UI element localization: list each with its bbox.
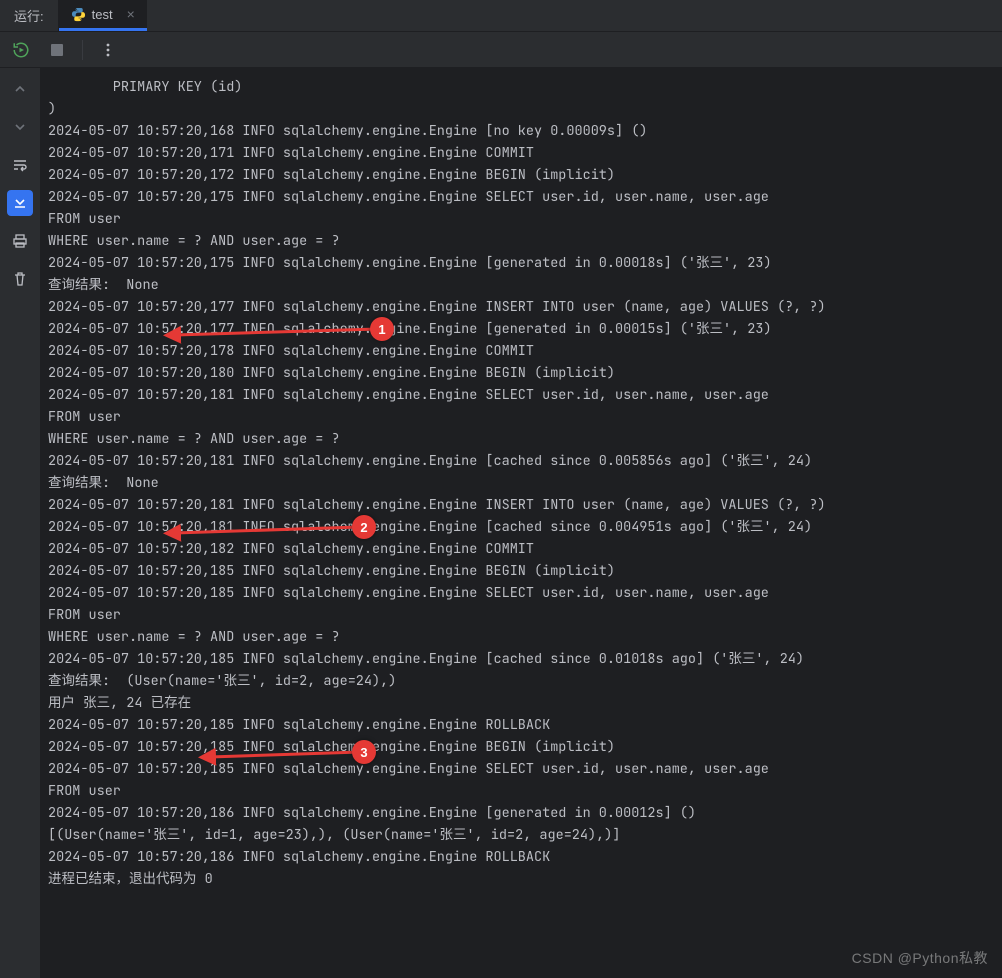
console-line: 2024-05-07 10:57:20,180 INFO sqlalchemy.… (48, 362, 994, 384)
console-line: [(User(name='张三', id=1, age=23),), (User… (48, 824, 994, 846)
run-toolbar (0, 32, 1002, 68)
console-line: 2024-05-07 10:57:20,185 INFO sqlalchemy.… (48, 736, 994, 758)
console-line: 2024-05-07 10:57:20,177 INFO sqlalchemy.… (48, 296, 994, 318)
console-line: FROM user (48, 208, 994, 230)
file-tab-test[interactable]: test × (59, 0, 147, 31)
console-line: ) (48, 98, 994, 120)
console-line: 2024-05-07 10:57:20,185 INFO sqlalchemy.… (48, 714, 994, 736)
console-line: 2024-05-07 10:57:20,181 INFO sqlalchemy.… (48, 384, 994, 406)
console-line: 2024-05-07 10:57:20,185 INFO sqlalchemy.… (48, 582, 994, 604)
console-line: 2024-05-07 10:57:20,171 INFO sqlalchemy.… (48, 142, 994, 164)
console-line: 2024-05-07 10:57:20,175 INFO sqlalchemy.… (48, 252, 994, 274)
console-line: WHERE user.name = ? AND user.age = ? (48, 428, 994, 450)
watermark-text: CSDN @Python私教 (852, 948, 988, 968)
more-menu-icon[interactable] (97, 39, 119, 61)
console-line: 2024-05-07 10:57:20,186 INFO sqlalchemy.… (48, 802, 994, 824)
console-line: 用户 张三, 24 已存在 (48, 692, 994, 714)
console-line: 2024-05-07 10:57:20,168 INFO sqlalchemy.… (48, 120, 994, 142)
console-line: 2024-05-07 10:57:20,186 INFO sqlalchemy.… (48, 846, 994, 868)
print-icon[interactable] (7, 228, 33, 254)
console-line: 2024-05-07 10:57:20,185 INFO sqlalchemy.… (48, 560, 994, 582)
up-stack-icon[interactable] (7, 76, 33, 102)
console-line: WHERE user.name = ? AND user.age = ? (48, 230, 994, 252)
console-line: 2024-05-07 10:57:20,178 INFO sqlalchemy.… (48, 340, 994, 362)
console-line: 2024-05-07 10:57:20,172 INFO sqlalchemy.… (48, 164, 994, 186)
console-line: 2024-05-07 10:57:20,181 INFO sqlalchemy.… (48, 516, 994, 538)
main-area: PRIMARY KEY (id))2024-05-07 10:57:20,168… (0, 68, 1002, 978)
console-line: 2024-05-07 10:57:20,185 INFO sqlalchemy.… (48, 648, 994, 670)
scroll-to-end-icon[interactable] (7, 190, 33, 216)
close-tab-icon[interactable]: × (127, 6, 135, 22)
console-line: 2024-05-07 10:57:20,182 INFO sqlalchemy.… (48, 538, 994, 560)
console-gutter (0, 68, 40, 978)
tab-bar: 运行: test × (0, 0, 1002, 32)
soft-wrap-icon[interactable] (7, 152, 33, 178)
console-line: 查询结果: None (48, 274, 994, 296)
python-file-icon (71, 7, 86, 22)
console-line: WHERE user.name = ? AND user.age = ? (48, 626, 994, 648)
console-line: PRIMARY KEY (id) (48, 76, 994, 98)
console-line: 2024-05-07 10:57:20,185 INFO sqlalchemy.… (48, 758, 994, 780)
console-line: 进程已结束，退出代码为 0 (48, 868, 994, 890)
rerun-button[interactable] (10, 39, 32, 61)
toolbar-divider (82, 40, 83, 60)
console-line: 2024-05-07 10:57:20,175 INFO sqlalchemy.… (48, 186, 994, 208)
run-label: 运行: (0, 0, 59, 31)
console-line: 2024-05-07 10:57:20,177 INFO sqlalchemy.… (48, 318, 994, 340)
console-line: FROM user (48, 406, 994, 428)
console-line: 查询结果: (User(name='张三', id=2, age=24),) (48, 670, 994, 692)
console-line: FROM user (48, 604, 994, 626)
console-output[interactable]: PRIMARY KEY (id))2024-05-07 10:57:20,168… (40, 68, 1002, 978)
file-tab-label: test (92, 7, 113, 22)
trash-icon[interactable] (7, 266, 33, 292)
console-line: 查询结果: None (48, 472, 994, 494)
console-line: 2024-05-07 10:57:20,181 INFO sqlalchemy.… (48, 450, 994, 472)
stop-button[interactable] (46, 39, 68, 61)
down-stack-icon[interactable] (7, 114, 33, 140)
console-line: FROM user (48, 780, 994, 802)
console-line: 2024-05-07 10:57:20,181 INFO sqlalchemy.… (48, 494, 994, 516)
